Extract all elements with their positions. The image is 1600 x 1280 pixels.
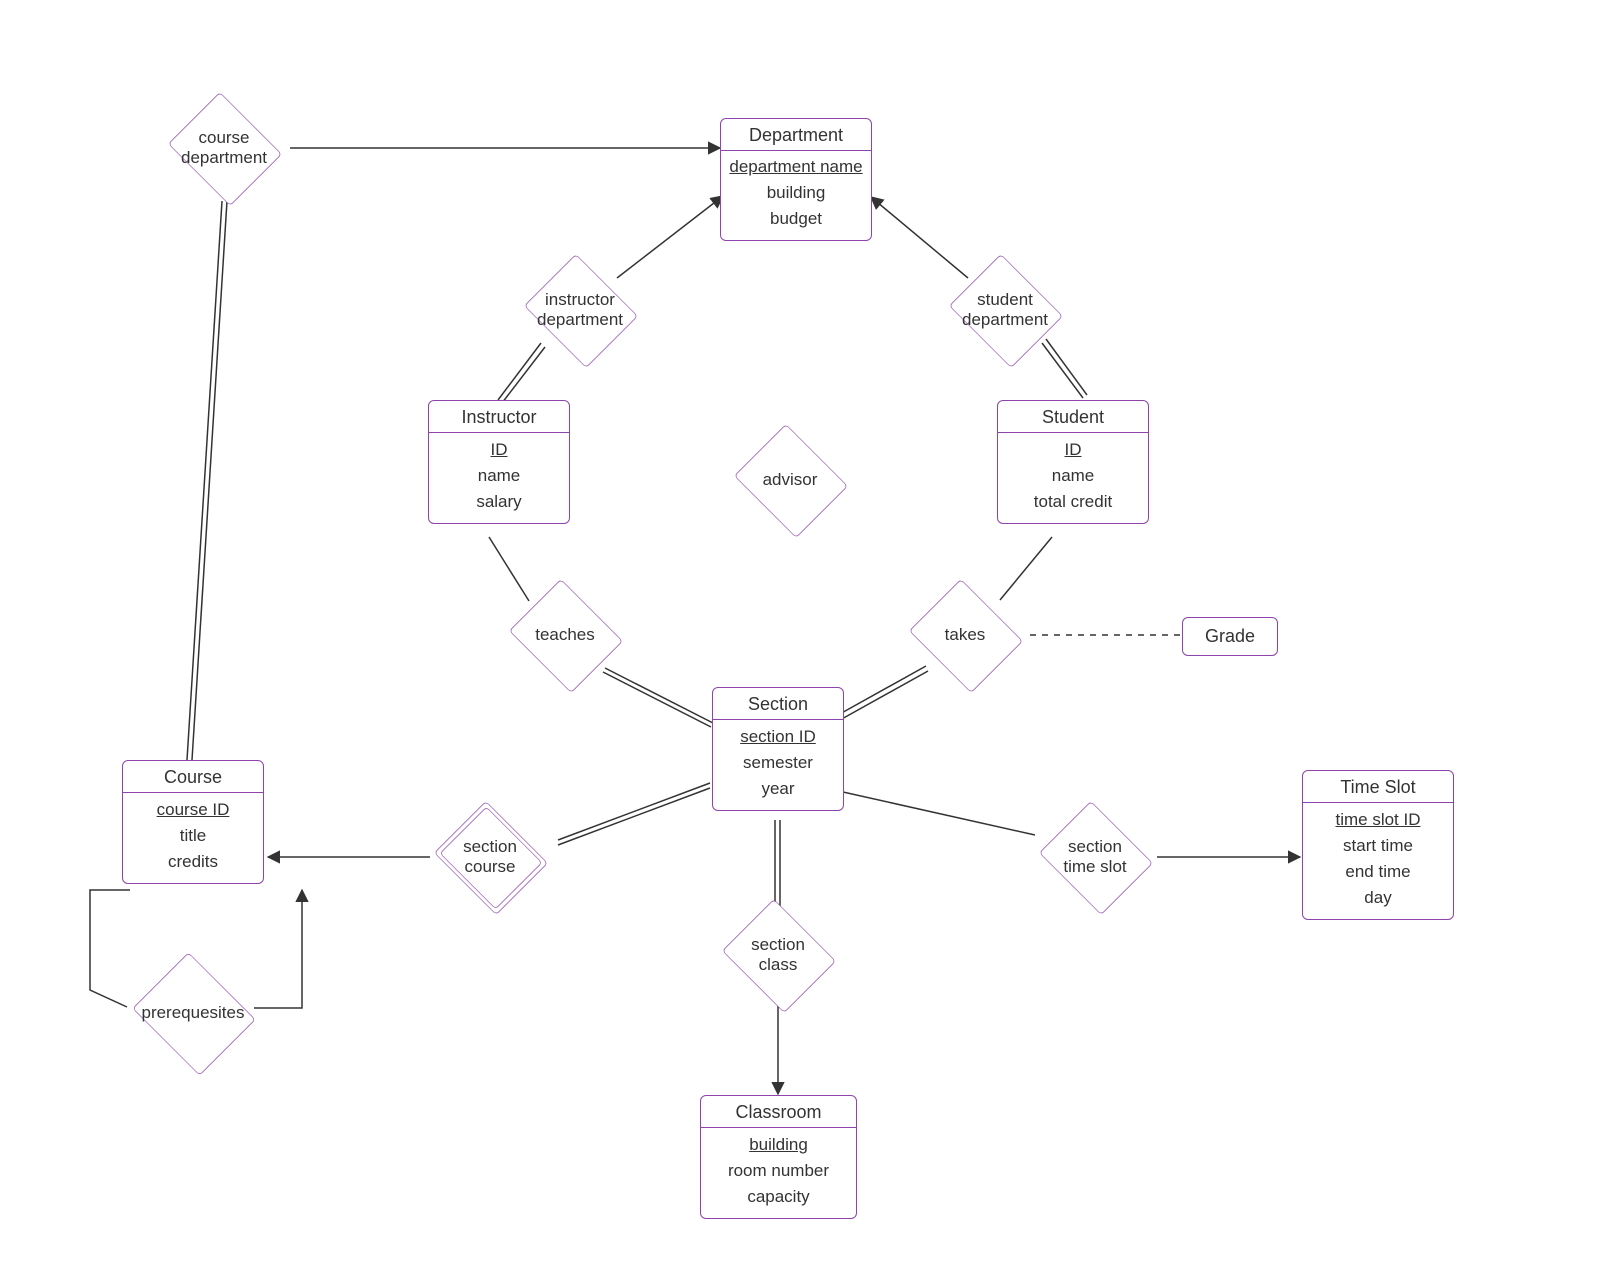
attr-name: name [433, 463, 565, 489]
entity-timeslot: Time Slot time slot ID start time end ti… [1302, 770, 1454, 920]
entity-title: Department [721, 119, 871, 151]
attr-section-id: section ID [717, 724, 839, 750]
attr-course-id: course ID [127, 797, 259, 823]
attr-semester: semester [717, 750, 839, 776]
entity-title: Student [998, 401, 1148, 433]
attr-credits: credits [127, 849, 259, 875]
entity-title: Classroom [701, 1096, 856, 1128]
attr-end-time: end time [1307, 859, 1449, 885]
attribute-grade: Grade [1182, 617, 1278, 656]
entity-department: Department department name building budg… [720, 118, 872, 241]
attr-building: building [725, 180, 867, 206]
attr-budget: budget [725, 206, 867, 232]
entity-title: Instructor [429, 401, 569, 433]
entity-student: Student ID name total credit [997, 400, 1149, 524]
entity-instructor: Instructor ID name salary [428, 400, 570, 524]
attr-id: ID [433, 437, 565, 463]
entity-title: Time Slot [1303, 771, 1453, 803]
attr-total-credit: total credit [1002, 489, 1144, 515]
entity-classroom: Classroom building room number capacity [700, 1095, 857, 1219]
attr-time-slot-id: time slot ID [1307, 807, 1449, 833]
entity-course: Course course ID title credits [122, 760, 264, 884]
attr-capacity: capacity [705, 1184, 852, 1210]
attr-day: day [1307, 885, 1449, 911]
attr-id: ID [1002, 437, 1144, 463]
attr-salary: salary [433, 489, 565, 515]
attr-start-time: start time [1307, 833, 1449, 859]
attr-room-number: room number [705, 1158, 852, 1184]
entity-title: Course [123, 761, 263, 793]
attr-name: name [1002, 463, 1144, 489]
attr-year: year [717, 776, 839, 802]
attr-title: title [127, 823, 259, 849]
entity-title: Section [713, 688, 843, 720]
attr-department-name: department name [725, 155, 867, 180]
entity-section: Section section ID semester year [712, 687, 844, 811]
attr-building: building [705, 1132, 852, 1158]
